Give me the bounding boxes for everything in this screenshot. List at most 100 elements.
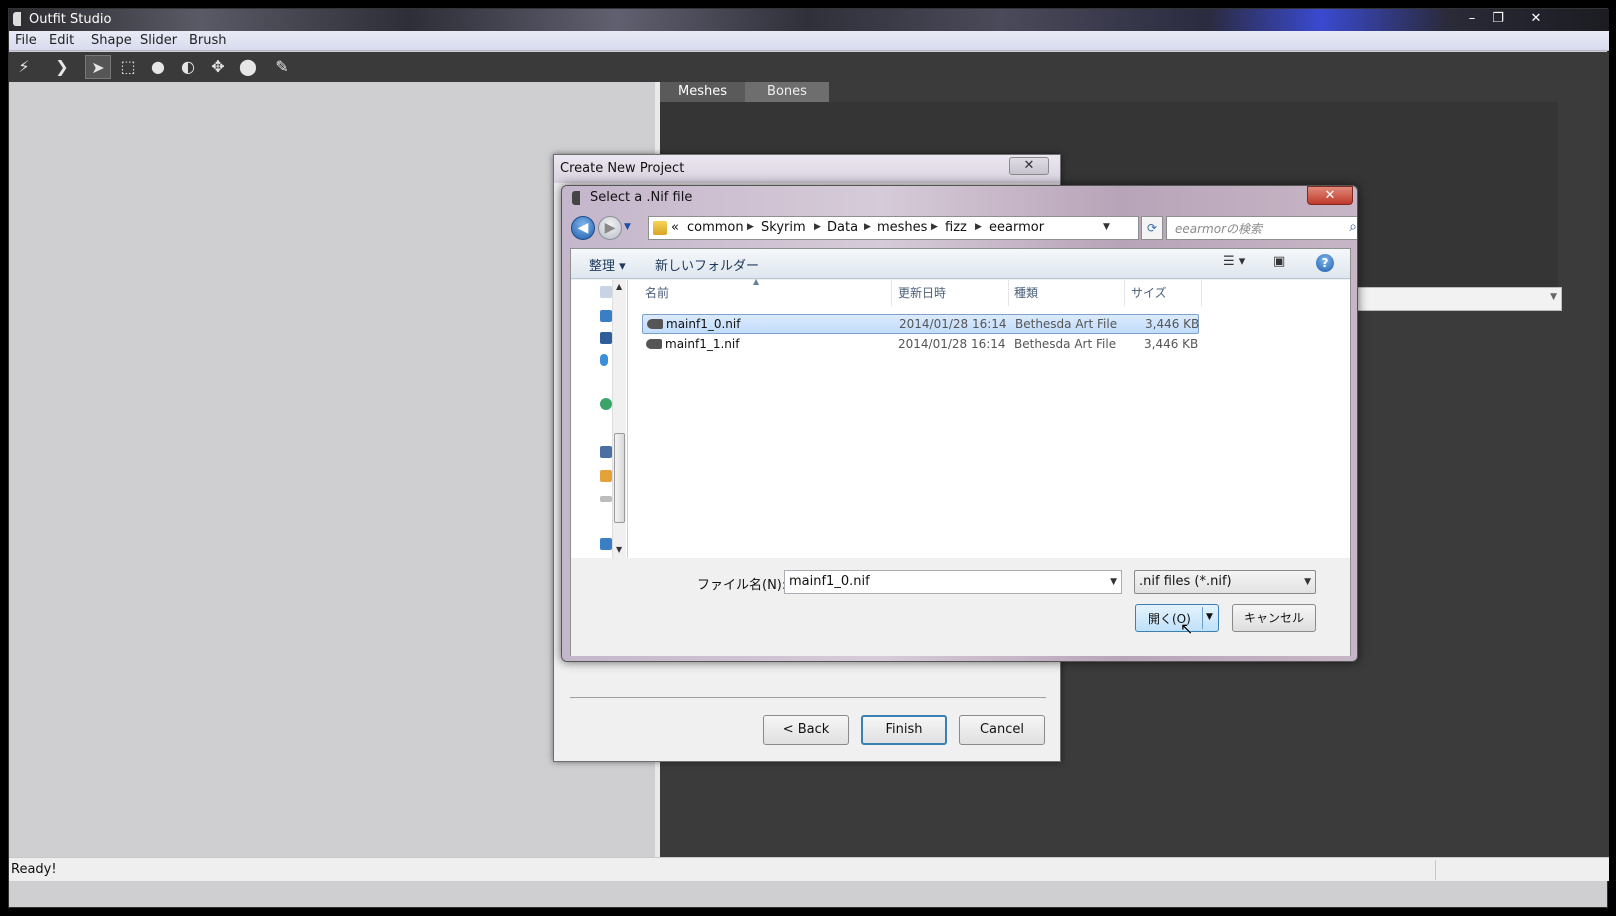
select-brush-icon[interactable]: ➤ [85, 55, 111, 79]
dialog-footer: ファイル名(N): mainf1_0.nif ▼ .nif files (*.n… [571, 559, 1350, 656]
command-bar: 整理 ▾ 新しいフォルダー ☰ ▾ ▣ ? [571, 249, 1350, 279]
outfit-icon[interactable]: ❯ [49, 55, 75, 79]
menu-brush[interactable]: Brush [189, 33, 227, 48]
back-arrow-icon[interactable]: ◀ [571, 216, 595, 240]
close-window-button[interactable]: ✕ [1525, 10, 1547, 28]
videos-icon[interactable] [600, 332, 612, 344]
filetype-select[interactable]: .nif files (*.nif) ▼ [1134, 570, 1316, 594]
title-bar: Outfit Studio – ❐ ✕ [9, 9, 1609, 31]
music-icon[interactable] [600, 354, 608, 366]
view-options-icon[interactable]: ☰ ▾ [1223, 254, 1245, 269]
file-date: 2014/01/28 16:14 [898, 337, 1006, 351]
column-divider[interactable] [1008, 280, 1009, 306]
status-divider [1435, 860, 1436, 880]
app-logo-icon [13, 12, 21, 26]
breadcrumb-common[interactable]: common [687, 220, 744, 235]
address-bar[interactable]: « common ▶ Skyrim ▶ Data ▶ meshes ▶ fizz… [648, 216, 1139, 240]
open-button[interactable]: 開く(O) ▼ [1135, 604, 1219, 632]
search-icon[interactable]: ⌕ [1349, 219, 1357, 235]
column-date[interactable]: 更新日時 [898, 284, 946, 301]
nav-scrollbar[interactable]: ▲ ▼ [612, 280, 626, 558]
back-button[interactable]: < Back [763, 715, 849, 745]
column-divider[interactable] [1201, 280, 1202, 306]
move-brush-icon[interactable]: ✥ [205, 55, 231, 79]
folder-icon [653, 221, 667, 235]
chevron-right-icon[interactable]: ▶ [975, 222, 982, 232]
status-bar: Ready! [9, 857, 1609, 881]
dialog-title: Create New Project [560, 161, 685, 176]
search-placeholder: eearmorの検索 [1175, 222, 1263, 236]
tab-bones[interactable]: Bones [745, 82, 829, 102]
chevron-down-icon[interactable]: ▼ [1304, 577, 1311, 587]
menu-file[interactable]: File [15, 33, 37, 48]
scroll-up-icon[interactable]: ▲ [616, 282, 622, 291]
breadcrumb-meshes[interactable]: meshes [877, 220, 927, 235]
weight-brush-icon[interactable]: ✎ [269, 55, 295, 79]
filetype-value: .nif files (*.nif) [1139, 574, 1232, 589]
breadcrumb-data[interactable]: Data [827, 220, 858, 235]
refresh-icon[interactable]: ⟳ [1141, 216, 1163, 240]
column-size[interactable]: サイズ [1131, 284, 1167, 301]
new-project-icon[interactable]: ⚡ [11, 55, 37, 79]
filename-field[interactable]: mainf1_0.nif ▼ [784, 570, 1122, 594]
deflate-brush-icon[interactable]: ◐ [175, 55, 201, 79]
smooth-brush-icon[interactable]: ⬤ [235, 55, 261, 79]
cancel-button[interactable]: キャンセル [1232, 604, 1316, 632]
tab-meshes[interactable]: Meshes [660, 82, 745, 102]
network-icon[interactable] [600, 538, 612, 550]
breadcrumb-overflow[interactable]: « [671, 220, 679, 235]
preview-pane-icon[interactable]: ▣ [1273, 254, 1285, 269]
dialog-app-icon [572, 191, 580, 205]
help-icon[interactable]: ? [1316, 254, 1334, 272]
local-disk-icon[interactable] [600, 470, 612, 482]
close-icon[interactable]: ✕ [1307, 186, 1353, 205]
pictures-icon[interactable] [600, 310, 612, 322]
breadcrumb-eearmor[interactable]: eearmor [989, 220, 1044, 235]
forward-arrow-icon[interactable]: ▶ [598, 216, 622, 240]
breadcrumb-skyrim[interactable]: Skyrim [761, 220, 806, 235]
search-input[interactable]: eearmorの検索 ⌕ [1166, 216, 1357, 240]
file-size: 3,446 KB [1144, 337, 1199, 351]
drive-icon[interactable] [600, 496, 612, 502]
menu-edit[interactable]: Edit [49, 33, 74, 48]
scroll-down-icon[interactable]: ▼ [616, 545, 622, 554]
breadcrumb-fizz[interactable]: fizz [945, 220, 967, 235]
new-folder-button[interactable]: 新しいフォルダー [655, 255, 759, 274]
chevron-down-icon[interactable]: ▼ [1206, 612, 1213, 622]
chevron-right-icon[interactable]: ▶ [864, 222, 871, 232]
file-type: Bethesda Art File [1014, 337, 1117, 351]
homegroup-icon[interactable] [600, 398, 612, 410]
menu-slider[interactable]: Slider [140, 33, 177, 48]
minimize-button[interactable]: – [1461, 10, 1483, 28]
restore-button[interactable]: ❐ [1487, 10, 1509, 28]
nif-file-icon [647, 319, 663, 329]
inflate-brush-icon[interactable]: ● [145, 55, 171, 79]
chevron-right-icon[interactable]: ▶ [814, 222, 821, 232]
column-name[interactable]: 名前 [645, 284, 669, 301]
file-row[interactable]: mainf1_0.nif 2014/01/28 16:14 Bethesda A… [642, 314, 1199, 334]
recent-locations-icon[interactable]: ▼ [624, 222, 631, 232]
dialog-title: Select a .Nif file [590, 190, 693, 205]
close-icon[interactable]: ✕ [1009, 157, 1049, 175]
chevron-right-icon[interactable]: ▶ [747, 222, 754, 232]
cancel-button[interactable]: Cancel [959, 715, 1045, 745]
finish-button[interactable]: Finish [861, 715, 947, 745]
document-icon[interactable] [600, 286, 612, 298]
column-divider[interactable] [891, 280, 892, 306]
filename-value: mainf1_0.nif [789, 574, 870, 589]
scroll-thumb[interactable] [614, 433, 625, 523]
column-divider[interactable] [1124, 280, 1125, 306]
chevron-down-icon[interactable]: ▼ [1103, 222, 1110, 232]
chevron-down-icon[interactable]: ▼ [1110, 577, 1117, 587]
file-name: mainf1_1.nif [665, 337, 740, 351]
computer-icon[interactable] [600, 446, 612, 458]
file-list[interactable]: ▲ 名前 更新日時 種類 サイズ mainf1_0.nif 2014/01/28… [628, 277, 1350, 558]
file-row[interactable]: mainf1_1.nif 2014/01/28 16:14 Bethesda A… [642, 335, 1199, 355]
mask-brush-icon[interactable]: ⬚ [115, 55, 141, 79]
slider-combo[interactable]: ▼ [1327, 287, 1562, 311]
file-size: 3,446 KB [1145, 317, 1200, 331]
chevron-right-icon[interactable]: ▶ [931, 222, 938, 232]
menu-shape[interactable]: Shape [91, 33, 132, 48]
organize-button[interactable]: 整理 ▾ [589, 255, 626, 274]
column-type[interactable]: 種類 [1014, 284, 1038, 301]
